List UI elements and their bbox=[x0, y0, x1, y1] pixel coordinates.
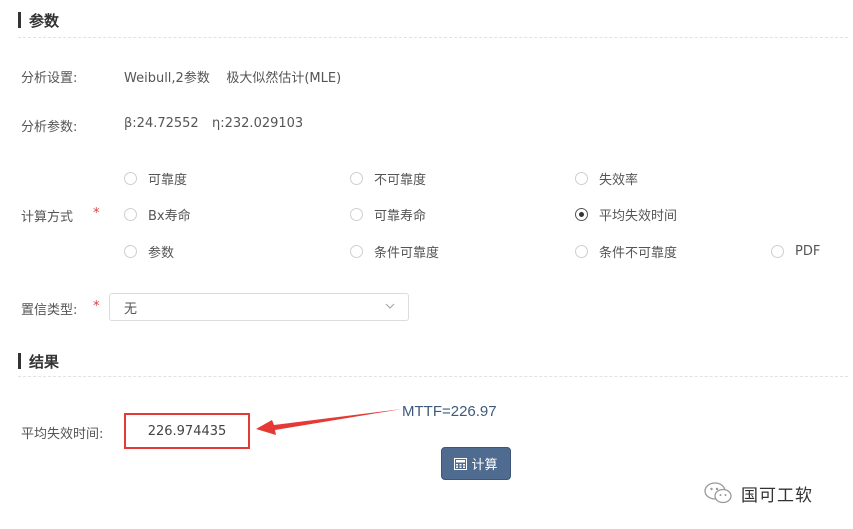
eta-value: η:232.029103 bbox=[212, 116, 304, 131]
section-bar bbox=[18, 353, 21, 369]
result-label: 平均失效时间: bbox=[21, 427, 104, 442]
radio-circle[interactable] bbox=[575, 244, 588, 258]
radio-pdf[interactable]: PDF bbox=[771, 242, 820, 260]
radio-unreliability[interactable]: 不可靠度 bbox=[350, 169, 427, 188]
watermark-text: 国可工软 bbox=[741, 485, 813, 506]
radio-conditional-unreliability[interactable]: 条件不可靠度 bbox=[575, 242, 678, 261]
radio-bx-life[interactable]: Bx寿命 bbox=[124, 205, 191, 224]
radio-conditional-reliability[interactable]: 条件可靠度 bbox=[350, 242, 440, 261]
radio-reliability[interactable]: 可靠度 bbox=[124, 169, 188, 188]
required-mark: * bbox=[93, 206, 100, 221]
analysis-params-label: 分析参数: bbox=[21, 120, 78, 135]
results-title-text: 结果 bbox=[29, 352, 60, 371]
radio-label: 平均失效时间 bbox=[599, 208, 678, 224]
radio-label: 条件不可靠度 bbox=[599, 245, 678, 261]
calculate-button[interactable]: 计算 bbox=[441, 447, 511, 480]
radio-label: 可靠寿命 bbox=[374, 208, 427, 224]
radio-failure-rate[interactable]: 失效率 bbox=[575, 169, 639, 188]
radio-label: 可靠度 bbox=[148, 172, 188, 188]
wechat-icon bbox=[704, 482, 732, 504]
mttf-annotation: MTTF=226.97 bbox=[402, 403, 497, 420]
radio-reliable-life[interactable]: 可靠寿命 bbox=[350, 205, 427, 224]
calc-method-label: 计算方式 bbox=[21, 210, 74, 225]
calculator-icon bbox=[454, 457, 468, 470]
radio-parameters[interactable]: 参数 bbox=[124, 242, 175, 261]
watermark: 国可工软 bbox=[703, 478, 813, 508]
confidence-type-label: 置信类型: bbox=[21, 303, 78, 318]
radio-circle[interactable] bbox=[124, 207, 137, 221]
radio-circle[interactable] bbox=[771, 244, 784, 258]
radio-circle[interactable] bbox=[124, 171, 137, 185]
radio-label: 不可靠度 bbox=[374, 172, 427, 188]
analysis-settings-value: Weibull,2参数 极大似然估计(MLE) bbox=[124, 71, 342, 86]
params-title-text: 参数 bbox=[29, 11, 60, 30]
result-value: 226.974435 bbox=[147, 423, 227, 439]
radio-label: PDF bbox=[795, 243, 821, 259]
radio-circle[interactable] bbox=[350, 244, 363, 258]
result-value-box: 226.974435 bbox=[124, 413, 250, 449]
params-divider bbox=[18, 37, 848, 38]
radio-circle-checked[interactable] bbox=[575, 207, 588, 221]
required-mark: * bbox=[93, 299, 100, 314]
radio-label: Bx寿命 bbox=[148, 208, 191, 224]
radio-mttf[interactable]: 平均失效时间 bbox=[575, 205, 678, 224]
chevron-down-icon bbox=[385, 303, 395, 309]
radio-label: 失效率 bbox=[599, 172, 639, 188]
calculate-button-label: 计算 bbox=[471, 458, 498, 473]
radio-label: 参数 bbox=[148, 245, 175, 261]
radio-circle[interactable] bbox=[350, 171, 363, 185]
results-divider bbox=[18, 376, 848, 377]
results-section-title: 结果 bbox=[18, 351, 59, 371]
analysis-settings-label: 分析设置: bbox=[21, 71, 78, 86]
confidence-selected-value: 无 bbox=[124, 301, 138, 317]
radio-label: 条件可靠度 bbox=[374, 245, 440, 261]
section-bar bbox=[18, 12, 21, 28]
radio-circle[interactable] bbox=[575, 171, 588, 185]
radio-circle[interactable] bbox=[124, 244, 137, 258]
confidence-type-select[interactable]: 无 bbox=[109, 293, 409, 321]
annotation-arrow bbox=[256, 409, 402, 435]
params-section-title: 参数 bbox=[18, 10, 59, 30]
beta-value: β:24.72552 bbox=[124, 116, 199, 131]
radio-circle[interactable] bbox=[350, 207, 363, 221]
